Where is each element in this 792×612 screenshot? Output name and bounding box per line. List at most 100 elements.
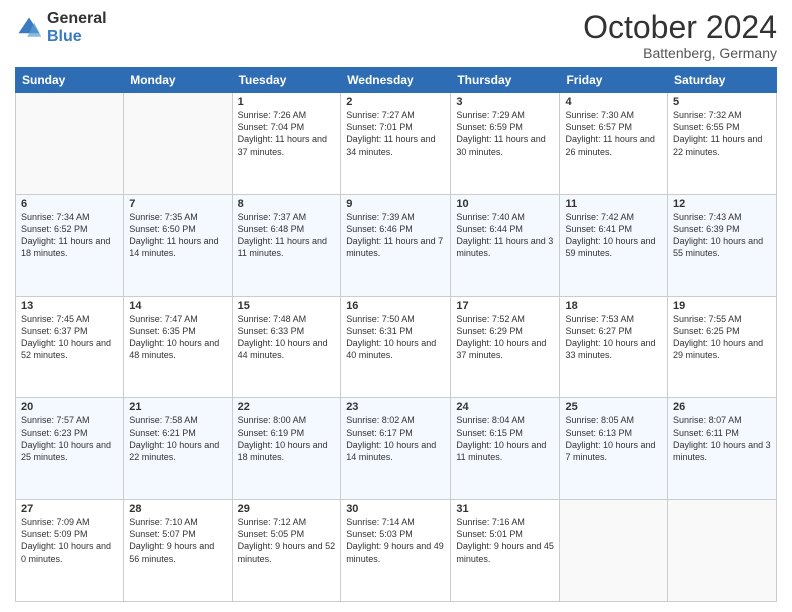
table-row: 11Sunrise: 7:42 AM Sunset: 6:41 PM Dayli… [560, 194, 668, 296]
calendar-header-row: Sunday Monday Tuesday Wednesday Thursday… [16, 68, 777, 93]
day-number: 7 [129, 198, 226, 210]
col-saturday: Saturday [668, 68, 777, 93]
day-info: Sunrise: 7:09 AM Sunset: 5:09 PM Dayligh… [21, 516, 118, 565]
table-row: 26Sunrise: 8:07 AM Sunset: 6:11 PM Dayli… [668, 398, 777, 500]
table-row: 18Sunrise: 7:53 AM Sunset: 6:27 PM Dayli… [560, 296, 668, 398]
table-row [668, 500, 777, 602]
day-info: Sunrise: 7:40 AM Sunset: 6:44 PM Dayligh… [456, 211, 554, 260]
table-row: 24Sunrise: 8:04 AM Sunset: 6:15 PM Dayli… [451, 398, 560, 500]
day-info: Sunrise: 7:35 AM Sunset: 6:50 PM Dayligh… [129, 211, 226, 260]
logo-blue-text: Blue [47, 28, 107, 46]
day-number: 23 [346, 401, 445, 413]
day-number: 19 [673, 300, 771, 312]
day-number: 21 [129, 401, 226, 413]
page: General Blue October 2024 Battenberg, Ge… [0, 0, 792, 612]
calendar-week-row: 27Sunrise: 7:09 AM Sunset: 5:09 PM Dayli… [16, 500, 777, 602]
calendar-week-row: 1Sunrise: 7:26 AM Sunset: 7:04 PM Daylig… [16, 93, 777, 195]
day-info: Sunrise: 7:12 AM Sunset: 5:05 PM Dayligh… [238, 516, 336, 565]
day-info: Sunrise: 7:14 AM Sunset: 5:03 PM Dayligh… [346, 516, 445, 565]
day-number: 6 [21, 198, 118, 210]
table-row: 28Sunrise: 7:10 AM Sunset: 5:07 PM Dayli… [124, 500, 232, 602]
day-info: Sunrise: 7:37 AM Sunset: 6:48 PM Dayligh… [238, 211, 336, 260]
day-info: Sunrise: 8:00 AM Sunset: 6:19 PM Dayligh… [238, 414, 336, 463]
day-number: 24 [456, 401, 554, 413]
calendar-week-row: 20Sunrise: 7:57 AM Sunset: 6:23 PM Dayli… [16, 398, 777, 500]
day-info: Sunrise: 7:45 AM Sunset: 6:37 PM Dayligh… [21, 313, 118, 362]
logo: General Blue [15, 10, 107, 45]
table-row: 27Sunrise: 7:09 AM Sunset: 5:09 PM Dayli… [16, 500, 124, 602]
table-row: 19Sunrise: 7:55 AM Sunset: 6:25 PM Dayli… [668, 296, 777, 398]
day-number: 14 [129, 300, 226, 312]
day-number: 27 [21, 503, 118, 515]
logo-general-text: General [47, 10, 107, 28]
table-row: 23Sunrise: 8:02 AM Sunset: 6:17 PM Dayli… [341, 398, 451, 500]
day-info: Sunrise: 7:39 AM Sunset: 6:46 PM Dayligh… [346, 211, 445, 260]
header: General Blue October 2024 Battenberg, Ge… [15, 10, 777, 61]
day-info: Sunrise: 7:50 AM Sunset: 6:31 PM Dayligh… [346, 313, 445, 362]
day-number: 29 [238, 503, 336, 515]
day-number: 18 [565, 300, 662, 312]
day-number: 1 [238, 96, 336, 108]
table-row: 4Sunrise: 7:30 AM Sunset: 6:57 PM Daylig… [560, 93, 668, 195]
table-row: 15Sunrise: 7:48 AM Sunset: 6:33 PM Dayli… [232, 296, 341, 398]
col-sunday: Sunday [16, 68, 124, 93]
day-info: Sunrise: 7:55 AM Sunset: 6:25 PM Dayligh… [673, 313, 771, 362]
day-number: 4 [565, 96, 662, 108]
day-info: Sunrise: 7:26 AM Sunset: 7:04 PM Dayligh… [238, 109, 336, 158]
day-number: 28 [129, 503, 226, 515]
day-number: 17 [456, 300, 554, 312]
day-info: Sunrise: 7:10 AM Sunset: 5:07 PM Dayligh… [129, 516, 226, 565]
day-info: Sunrise: 8:04 AM Sunset: 6:15 PM Dayligh… [456, 414, 554, 463]
day-number: 10 [456, 198, 554, 210]
table-row: 7Sunrise: 7:35 AM Sunset: 6:50 PM Daylig… [124, 194, 232, 296]
day-info: Sunrise: 7:48 AM Sunset: 6:33 PM Dayligh… [238, 313, 336, 362]
day-info: Sunrise: 7:43 AM Sunset: 6:39 PM Dayligh… [673, 211, 771, 260]
day-number: 12 [673, 198, 771, 210]
day-number: 9 [346, 198, 445, 210]
day-number: 30 [346, 503, 445, 515]
day-info: Sunrise: 7:27 AM Sunset: 7:01 PM Dayligh… [346, 109, 445, 158]
table-row: 3Sunrise: 7:29 AM Sunset: 6:59 PM Daylig… [451, 93, 560, 195]
table-row: 20Sunrise: 7:57 AM Sunset: 6:23 PM Dayli… [16, 398, 124, 500]
day-number: 25 [565, 401, 662, 413]
table-row: 12Sunrise: 7:43 AM Sunset: 6:39 PM Dayli… [668, 194, 777, 296]
table-row: 31Sunrise: 7:16 AM Sunset: 5:01 PM Dayli… [451, 500, 560, 602]
day-info: Sunrise: 7:42 AM Sunset: 6:41 PM Dayligh… [565, 211, 662, 260]
table-row: 5Sunrise: 7:32 AM Sunset: 6:55 PM Daylig… [668, 93, 777, 195]
month-title: October 2024 [583, 10, 777, 45]
day-info: Sunrise: 8:07 AM Sunset: 6:11 PM Dayligh… [673, 414, 771, 463]
day-info: Sunrise: 7:29 AM Sunset: 6:59 PM Dayligh… [456, 109, 554, 158]
day-number: 2 [346, 96, 445, 108]
day-number: 8 [238, 198, 336, 210]
col-thursday: Thursday [451, 68, 560, 93]
col-wednesday: Wednesday [341, 68, 451, 93]
col-tuesday: Tuesday [232, 68, 341, 93]
table-row [16, 93, 124, 195]
title-block: October 2024 Battenberg, Germany [583, 10, 777, 61]
day-info: Sunrise: 7:16 AM Sunset: 5:01 PM Dayligh… [456, 516, 554, 565]
table-row: 9Sunrise: 7:39 AM Sunset: 6:46 PM Daylig… [341, 194, 451, 296]
table-row: 16Sunrise: 7:50 AM Sunset: 6:31 PM Dayli… [341, 296, 451, 398]
calendar: Sunday Monday Tuesday Wednesday Thursday… [15, 67, 777, 602]
table-row: 2Sunrise: 7:27 AM Sunset: 7:01 PM Daylig… [341, 93, 451, 195]
table-row: 14Sunrise: 7:47 AM Sunset: 6:35 PM Dayli… [124, 296, 232, 398]
table-row: 25Sunrise: 8:05 AM Sunset: 6:13 PM Dayli… [560, 398, 668, 500]
location: Battenberg, Germany [583, 45, 777, 61]
logo-icon [15, 14, 43, 42]
day-info: Sunrise: 7:52 AM Sunset: 6:29 PM Dayligh… [456, 313, 554, 362]
col-monday: Monday [124, 68, 232, 93]
day-number: 11 [565, 198, 662, 210]
table-row [560, 500, 668, 602]
day-info: Sunrise: 8:05 AM Sunset: 6:13 PM Dayligh… [565, 414, 662, 463]
table-row: 29Sunrise: 7:12 AM Sunset: 5:05 PM Dayli… [232, 500, 341, 602]
day-info: Sunrise: 7:30 AM Sunset: 6:57 PM Dayligh… [565, 109, 662, 158]
table-row: 1Sunrise: 7:26 AM Sunset: 7:04 PM Daylig… [232, 93, 341, 195]
table-row: 17Sunrise: 7:52 AM Sunset: 6:29 PM Dayli… [451, 296, 560, 398]
day-number: 26 [673, 401, 771, 413]
day-info: Sunrise: 7:32 AM Sunset: 6:55 PM Dayligh… [673, 109, 771, 158]
day-info: Sunrise: 7:47 AM Sunset: 6:35 PM Dayligh… [129, 313, 226, 362]
calendar-week-row: 13Sunrise: 7:45 AM Sunset: 6:37 PM Dayli… [16, 296, 777, 398]
day-info: Sunrise: 7:57 AM Sunset: 6:23 PM Dayligh… [21, 414, 118, 463]
day-info: Sunrise: 8:02 AM Sunset: 6:17 PM Dayligh… [346, 414, 445, 463]
day-number: 5 [673, 96, 771, 108]
